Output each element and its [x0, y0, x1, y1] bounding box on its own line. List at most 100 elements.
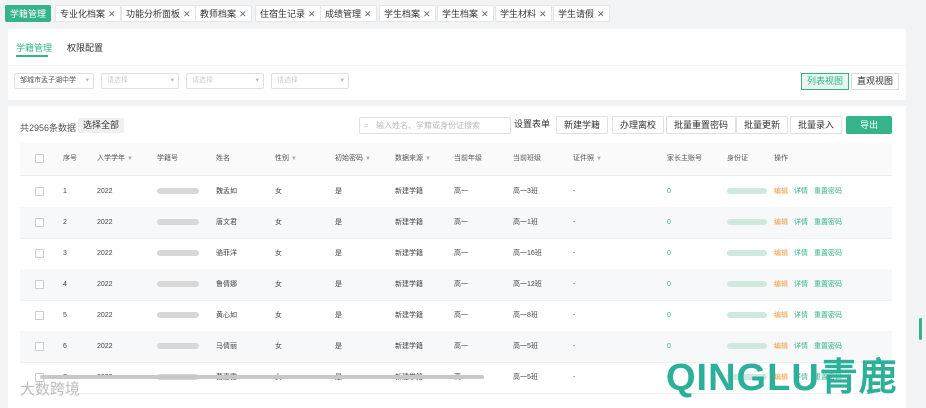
tab-label: 学生档案 — [442, 9, 479, 19]
cell-gender: 女 — [275, 250, 282, 257]
tab-student-leave[interactable]: 学生请假 ✕ — [553, 5, 610, 22]
filter-select-2[interactable]: 请选择 ▾ — [186, 73, 264, 89]
close-icon[interactable]: ✕ — [539, 9, 547, 19]
cell-init-pwd: 是 — [335, 281, 342, 288]
cell-class: 高一5班 — [513, 374, 538, 381]
cell-id-card — [727, 269, 767, 300]
tab-grades[interactable]: 成绩管理 ✕ — [320, 5, 377, 22]
row-checkbox[interactable] — [35, 187, 44, 196]
subtab-student-records[interactable]: 学籍管理 — [16, 41, 52, 54]
cell-year: 2022 — [97, 343, 113, 350]
reset-password-link[interactable]: 重置密码 — [814, 281, 842, 288]
cell-year: 2022 — [97, 312, 113, 319]
header-checkbox[interactable] — [35, 154, 44, 163]
reset-password-link[interactable]: 重置密码 — [814, 219, 842, 226]
search-input[interactable]: ⌕ 输入姓名、学籍或身份证搜索 — [359, 117, 511, 134]
row-checkbox[interactable] — [35, 280, 44, 289]
subtab-permissions[interactable]: 权限配置 — [67, 41, 103, 54]
row-checkbox[interactable] — [35, 342, 44, 351]
col-source[interactable]: 数据来源 ▼ — [395, 143, 431, 175]
close-icon[interactable]: ✕ — [308, 9, 316, 19]
cell-gender: 女 — [275, 219, 282, 226]
cell-source: 新建学籍 — [395, 343, 423, 350]
cell-student-id — [157, 269, 199, 300]
detail-link[interactable]: 详情 — [794, 250, 808, 257]
cell-source: 新建学籍 — [395, 281, 423, 288]
reset-password-link[interactable]: 重置密码 — [814, 250, 842, 257]
detail-link[interactable]: 详情 — [794, 188, 808, 195]
cell-grade: 高一 — [454, 188, 468, 195]
tab-professional-archive[interactable]: 专业化档案 ✕ — [55, 5, 121, 22]
cell-no: 1 — [63, 188, 67, 195]
close-icon[interactable]: ✕ — [108, 9, 116, 19]
tab-label: 教师档案 — [200, 9, 237, 19]
col-gender-label: 性别 — [275, 155, 289, 162]
row-checkbox[interactable] — [35, 218, 44, 227]
col-year-label: 入学学年 — [97, 155, 125, 162]
tab-label: 学生请假 — [558, 9, 595, 19]
close-icon[interactable]: ✕ — [481, 9, 489, 19]
tab-dorm-records[interactable]: 住宿生记录 ✕ — [255, 5, 321, 22]
filter-select-3[interactable]: 请选择 ▾ — [271, 73, 349, 89]
batch-reset-password-button[interactable]: 批量重置密码 — [666, 116, 737, 134]
edit-link[interactable]: 编辑 — [774, 188, 788, 195]
edit-link[interactable]: 编辑 — [774, 312, 788, 319]
reset-password-link[interactable]: 重置密码 — [814, 312, 842, 319]
batch-update-button[interactable]: 批量更新 — [736, 116, 789, 134]
detail-link[interactable]: 详情 — [794, 219, 808, 226]
visual-view-button[interactable]: 直观视图 — [851, 73, 900, 90]
col-year[interactable]: 入学学年 ▼ — [97, 143, 133, 175]
leave-school-button[interactable]: 办理离校 — [612, 116, 665, 134]
cell-init-pwd: 是 — [335, 219, 342, 226]
col-init-pwd[interactable]: 初始密码 ▼ — [335, 143, 371, 175]
col-photo[interactable]: 证件照 ▼ — [573, 143, 602, 175]
row-checkbox[interactable] — [35, 249, 44, 258]
edit-link[interactable]: 编辑 — [774, 219, 788, 226]
cell-gender: 女 — [275, 312, 282, 319]
horizontal-scrollbar[interactable] — [40, 375, 484, 379]
cell-no: 2 — [63, 219, 67, 226]
batch-import-button[interactable]: 批量录入 — [790, 116, 843, 134]
school-select[interactable]: 邹城市孟子湖中学 ▾ — [14, 73, 94, 89]
export-button[interactable]: 导出 — [846, 116, 892, 134]
search-icon: ⌕ — [364, 121, 369, 130]
reset-password-link[interactable]: 重置密码 — [814, 188, 842, 195]
select-placeholder: 请选择 — [277, 77, 298, 84]
close-icon[interactable]: ✕ — [423, 9, 431, 19]
tab-student-archive-2[interactable]: 学生档案 ✕ — [437, 5, 494, 22]
edit-link[interactable]: 编辑 — [774, 250, 788, 257]
vertical-scrollbar[interactable] — [919, 318, 922, 340]
cell-parent: 0 — [667, 219, 671, 226]
new-student-button[interactable]: 新建学籍 — [556, 116, 609, 134]
edit-link[interactable]: 编辑 — [774, 281, 788, 288]
tab-student-archive-1[interactable]: 学生档案 ✕ — [379, 5, 436, 22]
cell-no: 6 — [63, 343, 67, 350]
filter-icon: ▼ — [425, 156, 431, 162]
tab-teacher-archive[interactable]: 教师档案 ✕ — [195, 5, 252, 22]
table-row: 2 2022 唐文君 女 是 新建学籍 高一 高一1班 - 0 编辑 详情 重置密码 — [20, 207, 892, 239]
select-all-button[interactable]: 选择全部 — [78, 118, 125, 133]
tab-student-materials[interactable]: 学生材料 ✕ — [495, 5, 552, 22]
cell-student-id — [157, 207, 199, 238]
col-student-id: 学籍号 — [157, 155, 178, 162]
close-icon[interactable]: ✕ — [183, 9, 191, 19]
close-icon[interactable]: ✕ — [364, 9, 372, 19]
detail-link[interactable]: 详情 — [794, 281, 808, 288]
detail-link[interactable]: 详情 — [794, 312, 808, 319]
tab-function-panel[interactable]: 功能分析面板 ✕ — [121, 5, 196, 22]
close-icon[interactable]: ✕ — [597, 9, 605, 19]
cell-student-id — [157, 176, 199, 207]
cell-parent: 0 — [667, 250, 671, 257]
filter-select-1[interactable]: 请选择 ▾ — [101, 73, 179, 89]
form-settings-button[interactable]: 设置表单 — [511, 116, 554, 134]
cell-name: 鲁倩娜 — [216, 281, 237, 288]
cell-name: 马倩丽 — [216, 343, 237, 350]
table-row: 3 2022 骆菲洋 女 是 新建学籍 高一 高一16班 - 0 编辑 详情 重置密码 — [20, 238, 892, 270]
tab-student-records[interactable]: 学籍管理 — [5, 5, 52, 22]
col-gender[interactable]: 性别 ▼ — [275, 143, 297, 175]
row-checkbox[interactable] — [35, 311, 44, 320]
filter-icon: ▼ — [365, 156, 371, 162]
cell-parent: 0 — [667, 312, 671, 319]
close-icon[interactable]: ✕ — [239, 9, 247, 19]
list-view-button[interactable]: 列表视图 — [801, 73, 850, 90]
